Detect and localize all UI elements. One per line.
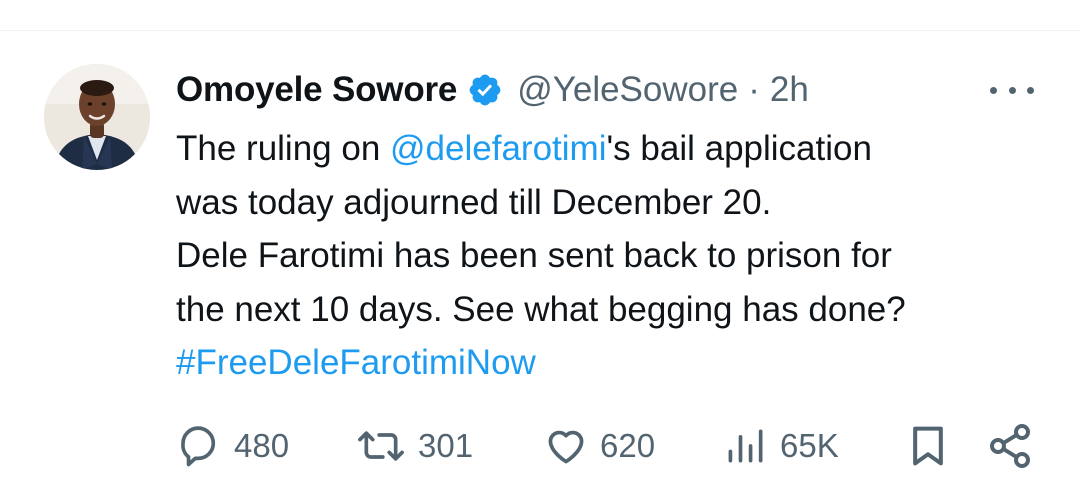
like-button[interactable]: 620 <box>544 418 655 474</box>
verified-badge-icon <box>467 72 503 108</box>
bookmark-icon <box>906 424 950 468</box>
tweet-text-segment: 's bail application <box>606 129 872 168</box>
more-dot <box>1008 86 1016 94</box>
repost-button[interactable]: 301 <box>356 418 473 474</box>
tweet-line-1: The ruling on @delefarotimi's bail appli… <box>176 122 1056 176</box>
tweet-line-3: Dele Farotimi has been sent back to pris… <box>176 236 892 275</box>
tweet-header: Omoyele Sowore @YeleSowore · 2h <box>176 62 809 118</box>
views-count: 65K <box>780 427 839 464</box>
author-handle[interactable]: @YeleSowore <box>517 70 738 110</box>
tweet-line-5: #FreeDeleFarotimiNow <box>176 336 1056 390</box>
repost-icon <box>356 424 406 468</box>
avatar[interactable] <box>44 64 150 170</box>
reply-bubble-icon <box>178 424 222 468</box>
author-name[interactable]: Omoyele Sowore <box>176 70 457 110</box>
like-count: 620 <box>600 427 656 464</box>
more-dot <box>1027 86 1034 94</box>
tweet-text: The ruling on @delefarotimi's bail appli… <box>176 122 1056 390</box>
share-icon <box>986 422 1034 470</box>
tweet-text-segment: The ruling on <box>176 129 391 168</box>
heart-icon <box>544 424 588 468</box>
tweet-line-2: was today adjourned till December 20. <box>176 182 772 222</box>
tweet-line-4: the next 10 days. See what begging has d… <box>176 289 906 329</box>
separator-dot: · <box>748 70 760 109</box>
more-horizontal-icon[interactable] <box>990 80 1034 100</box>
top-divider <box>0 30 1080 31</box>
share-button[interactable] <box>986 418 1034 474</box>
repost-count: 301 <box>418 427 474 464</box>
mention-link[interactable]: @delefarotimi <box>390 129 606 168</box>
tweet-actions: 480 301 620 65K <box>0 418 1080 474</box>
views-bar-chart-icon <box>724 424 768 468</box>
views-button[interactable]: 65K <box>724 418 839 474</box>
reply-button[interactable]: 480 <box>178 418 289 474</box>
timestamp[interactable]: 2h <box>770 70 809 110</box>
reply-count: 480 <box>234 427 290 464</box>
bookmark-button[interactable] <box>906 418 950 474</box>
more-dot <box>990 86 997 94</box>
hashtag-link[interactable]: #FreeDeleFarotimiNow <box>176 343 536 382</box>
